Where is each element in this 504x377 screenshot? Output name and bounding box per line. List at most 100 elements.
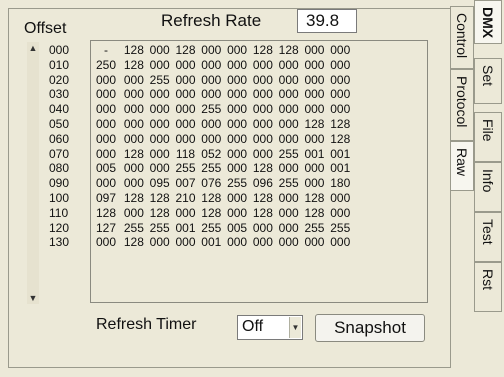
offset-value: 120 <box>49 220 70 235</box>
channel-value: 000 <box>123 176 144 191</box>
channel-value: 000 <box>304 102 325 117</box>
grid-row: 000 000 095 007 076 255 096 255 000 180 <box>91 176 427 191</box>
refresh-rate-label: Refresh Rate <box>161 11 262 30</box>
tab-test[interactable]: Test <box>474 212 502 262</box>
channel-value: 000 <box>201 116 222 131</box>
channel-value: 000 <box>227 235 248 250</box>
channel-value: 000 <box>149 131 170 146</box>
channel-value: 000 <box>278 72 299 87</box>
channel-value: 096 <box>252 176 273 191</box>
grid-row: 128 000 128 000 128 000 128 000 128 000 <box>91 206 427 221</box>
channel-value: 000 <box>278 205 299 220</box>
channel-value: 255 <box>330 220 351 235</box>
offset-value: 080 <box>49 161 70 176</box>
channel-value: 052 <box>201 146 222 161</box>
channel-value: 000 <box>149 87 170 102</box>
offset-value: 020 <box>49 72 70 87</box>
channel-value: 000 <box>227 116 248 131</box>
offset-value: 110 <box>49 205 69 220</box>
channel-value: 000 <box>123 205 144 220</box>
channel-value: 000 <box>330 102 351 117</box>
channel-value: 000 <box>123 131 144 146</box>
channel-value: 000 <box>201 87 222 102</box>
channel-value: 000 <box>304 57 325 72</box>
offset-value: 070 <box>49 146 70 161</box>
tab-file[interactable]: File <box>474 112 502 162</box>
channel-value: 000 <box>330 87 351 102</box>
snapshot-button[interactable]: Snapshot <box>315 314 425 342</box>
channel-value: 001 <box>330 161 351 176</box>
channel-value: 000 <box>149 146 170 161</box>
channel-value: 005 <box>227 220 248 235</box>
channel-value: 000 <box>149 235 170 250</box>
channel-value: 255 <box>149 72 170 87</box>
channel-value: 000 <box>304 72 325 87</box>
channel-value: 255 <box>201 102 222 117</box>
channel-value: 128 <box>252 43 273 57</box>
grid-row: - 128 000 128 000 000 128 128 000 000 <box>91 43 427 58</box>
channel-value: 127 <box>95 220 117 235</box>
channel-value: 076 <box>201 176 222 191</box>
tab-protocol[interactable]: Protocol <box>450 69 474 141</box>
channel-value: 000 <box>95 176 117 191</box>
channel-value: 000 <box>304 87 325 102</box>
dmx-data-grid: -128 000 128 000 000 128 128 000 000 250 128 000 000… <box>90 40 428 303</box>
tab-set[interactable]: Set <box>474 58 502 104</box>
channel-value: 000 <box>252 57 273 72</box>
tab-dmx[interactable]: DMX <box>474 0 502 44</box>
channel-value: 255 <box>175 161 196 176</box>
channel-value: 128 <box>201 205 222 220</box>
channel-value: 000 <box>278 131 299 146</box>
channel-value: 000 <box>278 190 299 205</box>
offset-value: 010 <box>49 57 70 72</box>
channel-value: 000 <box>227 131 248 146</box>
channel-value: 255 <box>123 220 144 235</box>
channel-value: 000 <box>149 161 170 176</box>
channel-value: 000 <box>304 131 325 146</box>
channel-value: 000 <box>175 235 196 250</box>
refresh-rate-field[interactable]: 39.8 <box>297 9 357 33</box>
arrow-up-icon[interactable]: ▲ <box>27 42 39 54</box>
channel-value: 000 <box>123 116 144 131</box>
arrow-down-icon[interactable]: ▼ <box>27 292 39 304</box>
refresh-timer-value: Off <box>242 318 264 335</box>
tab-info[interactable]: Info <box>474 162 502 212</box>
offset-scrollbar[interactable]: ▲ ▼ <box>27 42 39 304</box>
channel-value: 128 <box>304 190 325 205</box>
channel-value: 210 <box>175 190 196 205</box>
grid-row: 000 000 000 000 000 000 000 000 000 128 <box>91 132 427 147</box>
channel-value: 000 <box>95 87 117 102</box>
channel-value: 000 <box>149 43 170 57</box>
tab-raw[interactable]: Raw <box>450 141 474 191</box>
grid-row: 005 000 000 255 255 000 128 000 000 001 <box>91 161 427 176</box>
offset-value: 050 <box>49 116 70 131</box>
channel-value: 128 <box>123 43 144 57</box>
channel-value: 000 <box>278 235 299 250</box>
channel-value: 097 <box>95 190 117 205</box>
channel-value: 000 <box>175 72 196 87</box>
tab-rst[interactable]: Rst <box>474 262 502 312</box>
channel-value: 255 <box>201 161 222 176</box>
channel-value: 128 <box>201 190 222 205</box>
channel-value: 000 <box>95 146 117 161</box>
channel-value: 000 <box>278 87 299 102</box>
channel-value: 000 <box>175 102 196 117</box>
chevron-down-icon[interactable]: ▼ <box>289 317 301 338</box>
channel-value: 118 <box>175 146 196 161</box>
channel-value: 000 <box>252 220 273 235</box>
refresh-timer-select[interactable]: Off ▼ <box>237 315 303 340</box>
channel-value: 128 <box>252 161 273 176</box>
channel-value: 255 <box>278 146 299 161</box>
channel-value: 128 <box>149 190 170 205</box>
offset-value: 060 <box>49 131 70 146</box>
offset-value: 130 <box>49 235 70 250</box>
grid-row: 000 128 000 000 001 000 000 000 000 000 <box>91 235 427 250</box>
grid-row: 000 000 000 000 255 000 000 000 000 000 <box>91 102 427 117</box>
tab-control[interactable]: Control <box>450 6 474 69</box>
channel-value: 000 <box>252 235 273 250</box>
channel-value: 000 <box>304 235 325 250</box>
grid-row: 127 255 255 001 255 005 000 000 255 255 <box>91 221 427 236</box>
channel-value: 000 <box>95 131 117 146</box>
channel-value: 000 <box>95 102 117 117</box>
offset-value: 100 <box>49 190 70 205</box>
